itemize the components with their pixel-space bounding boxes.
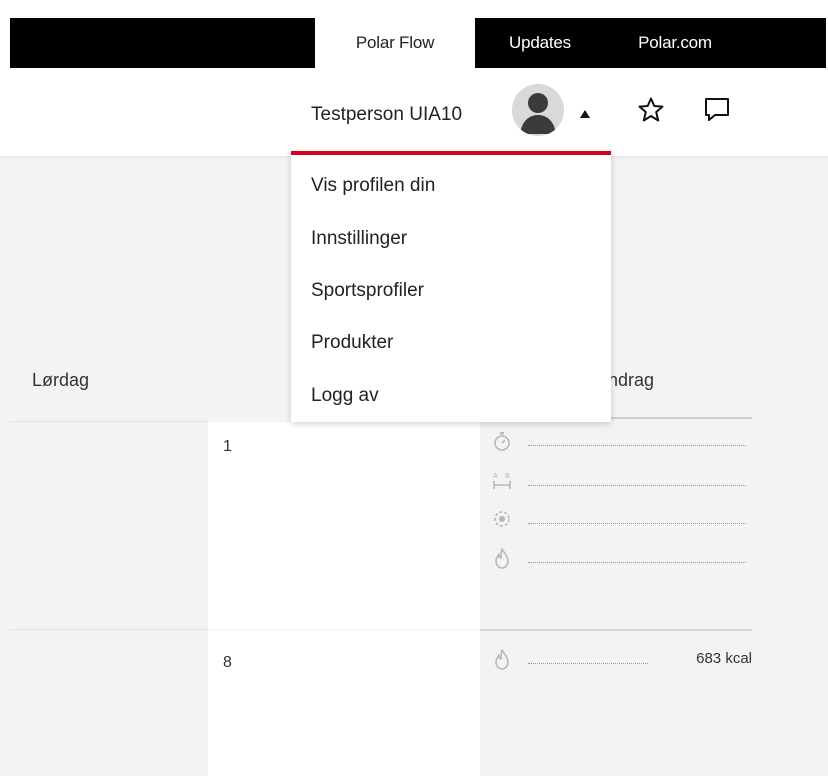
row-divider xyxy=(10,421,208,422)
summary-line xyxy=(492,430,746,452)
flame-icon xyxy=(495,548,509,569)
svg-text:A: A xyxy=(493,472,498,480)
profile-dropdown-menu: Vis profilen din Innstillinger Sportspro… xyxy=(291,151,611,422)
tab-updates[interactable]: Updates xyxy=(475,18,605,68)
caret-up-icon[interactable] xyxy=(580,110,590,118)
menu-item-log-out[interactable]: Logg av xyxy=(311,385,379,407)
pulse-icon xyxy=(494,511,510,527)
summary-line: 683 kcal xyxy=(492,648,752,670)
date-number: 8 xyxy=(223,654,232,671)
menu-item-sport-profiles[interactable]: Sportsprofiler xyxy=(311,280,424,302)
summary-line xyxy=(492,547,746,569)
distance-icon: A B xyxy=(493,472,511,489)
svg-text:B: B xyxy=(505,472,510,480)
menu-item-settings[interactable]: Innstillinger xyxy=(311,228,407,250)
calendar-cell-date-1[interactable] xyxy=(208,422,480,629)
tab-polar-com[interactable]: Polar.com xyxy=(605,18,745,68)
weekday-header-saturday: Lørdag xyxy=(32,370,90,390)
summary-line xyxy=(492,508,746,530)
star-icon[interactable] xyxy=(637,96,665,124)
avatar-silhouette-icon xyxy=(512,84,564,136)
calendar-cell-date-8[interactable] xyxy=(208,630,480,776)
flame-icon xyxy=(495,649,509,670)
summary-divider xyxy=(480,629,752,631)
date-number: 1 xyxy=(223,438,232,455)
menu-item-products[interactable]: Produkter xyxy=(311,332,393,354)
tab-polar-flow[interactable]: Polar Flow xyxy=(315,18,475,68)
summary-line: A B xyxy=(492,470,746,492)
app-header: Testperson UIA10 xyxy=(0,68,828,156)
user-name[interactable]: Testperson UIA10 xyxy=(311,104,462,126)
stopwatch-icon xyxy=(494,432,510,451)
chat-icon[interactable] xyxy=(703,96,731,124)
top-nav-bar: Polar Flow Updates Polar.com xyxy=(0,0,828,68)
calories-value: 683 kcal xyxy=(696,650,752,667)
menu-item-view-profile[interactable]: Vis profilen din xyxy=(311,175,435,197)
row-divider xyxy=(10,629,208,630)
avatar[interactable] xyxy=(512,84,564,136)
